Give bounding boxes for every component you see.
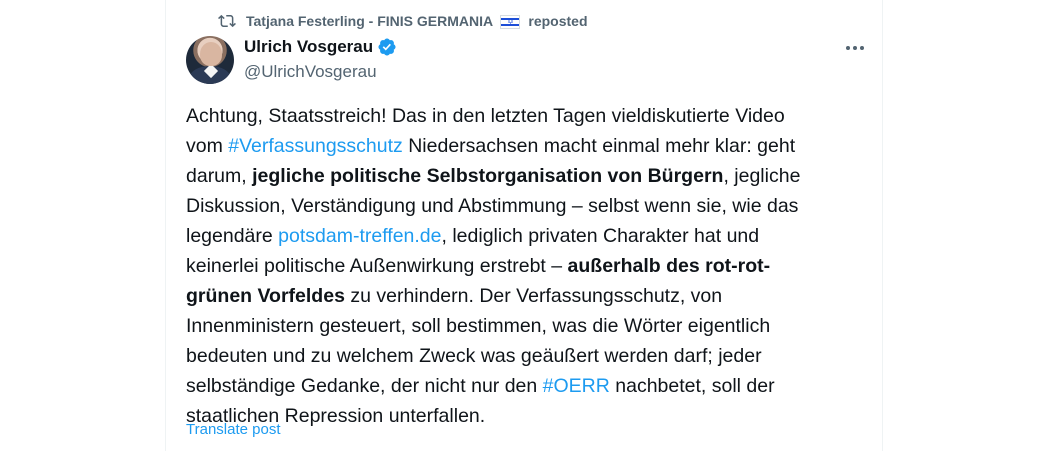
avatar[interactable] bbox=[186, 36, 234, 84]
verified-badge-icon[interactable] bbox=[377, 37, 397, 57]
post-card[interactable]: Tatjana Festerling - FINIS GERMANIA ✡ re… bbox=[165, 0, 883, 451]
author-name-row[interactable]: Ulrich Vosgerau bbox=[244, 37, 397, 57]
repost-user-name[interactable]: Tatjana Festerling - FINIS GERMANIA bbox=[246, 13, 493, 29]
repost-action: reposted bbox=[528, 12, 588, 29]
repost-context[interactable]: Tatjana Festerling - FINIS GERMANIA ✡ re… bbox=[218, 11, 588, 31]
bold-text: jegliche politische Selbstorganisation v… bbox=[252, 165, 724, 187]
hashtag-link[interactable]: #OERR bbox=[543, 375, 610, 397]
author-handle[interactable]: @UlrichVosgerau bbox=[244, 62, 377, 82]
url-link[interactable]: potsdam-treffen.de bbox=[278, 225, 441, 247]
repost-icon bbox=[218, 12, 236, 30]
author-name[interactable]: Ulrich Vosgerau bbox=[244, 37, 373, 57]
more-options-icon[interactable] bbox=[840, 36, 870, 60]
post-text: Achtung, Staatsstreich! Das in den letzt… bbox=[186, 101, 866, 431]
israel-flag-icon: ✡ bbox=[500, 15, 521, 30]
hashtag-link[interactable]: #Verfassungsschutz bbox=[228, 135, 403, 157]
translate-post-link[interactable]: Translate post bbox=[186, 421, 281, 438]
